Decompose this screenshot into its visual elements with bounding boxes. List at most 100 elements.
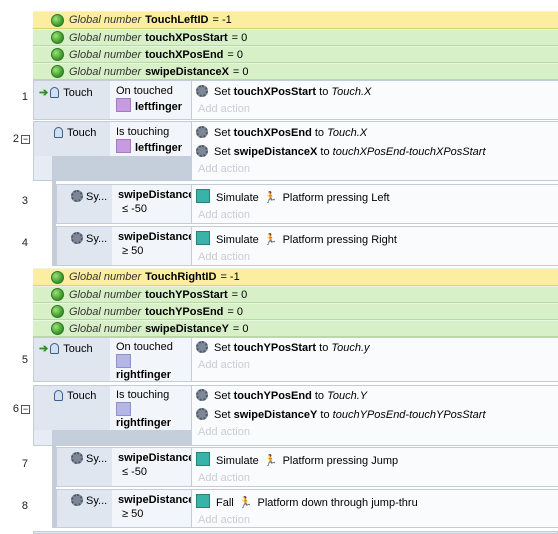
system-gear-icon [196, 85, 208, 97]
global-var-row[interactable]: Global number swipeDistanceX = 0 [33, 63, 558, 80]
action-cell[interactable]: Simulate 🏃 Platform pressing Jump Add act… [192, 448, 558, 486]
global-var-row[interactable]: Global number touchXPosEnd = 0 [33, 46, 558, 63]
action-cell[interactable]: Set touchXPosStart to Touch.X Add action [192, 81, 558, 119]
var-value: = 0 [231, 31, 248, 44]
system-gear-icon [196, 126, 208, 138]
condition-compare: ≤ -50 [122, 203, 147, 215]
condition-cell[interactable]: Is touching leftfinger [110, 122, 192, 156]
sprite-square-icon [196, 231, 210, 245]
global-var-row[interactable]: Global number touchXPosStart = 0 [33, 29, 558, 46]
action-row[interactable]: Set touchXPosEnd to Touch.X [192, 122, 558, 139]
condition-object[interactable]: ➔ Touch [34, 81, 110, 119]
add-action-link[interactable]: Add action [192, 204, 558, 221]
system-gear-icon [71, 232, 83, 244]
condition-object[interactable]: Sy... [57, 227, 112, 265]
add-action-link[interactable]: Add action [192, 98, 558, 115]
trigger-arrow-icon: ➔ [39, 87, 49, 99]
condition-object[interactable]: Sy... [57, 448, 112, 486]
add-action-link[interactable]: Add action [192, 246, 558, 263]
var-kind: Global number [69, 288, 142, 301]
condition-compare: ≥ 50 [122, 245, 144, 257]
object-name: Touch [67, 127, 97, 139]
condition-cell[interactable]: swipeDistance ≤ -50 [112, 185, 192, 223]
add-action-link[interactable]: Add action [192, 158, 558, 175]
condition-param: leftfinger [135, 142, 183, 154]
add-action-link[interactable]: Add action [192, 421, 558, 438]
action-target: Platform down through jump-thru [257, 497, 418, 509]
action-to: to [320, 146, 330, 158]
collapse-toggle[interactable]: − [21, 135, 30, 144]
global-var-row[interactable]: Global number touchYPosStart = 0 [33, 286, 558, 303]
condition-cell[interactable]: swipeDistance ≤ -50 [112, 448, 192, 486]
action-row[interactable]: Simulate 🏃 Platform pressing Jump [192, 448, 558, 467]
condition-object[interactable]: ➔ Touch [34, 338, 110, 381]
sprite-square-icon [196, 452, 210, 466]
sub-event-area [52, 430, 192, 445]
condition-object[interactable]: Touch [34, 122, 110, 156]
globe-icon [51, 270, 64, 284]
condition-cell[interactable]: On touched leftfinger [110, 81, 192, 119]
var-name: touchXPosEnd [145, 48, 224, 61]
action-row[interactable]: Set swipeDistanceY to touchYPosEnd-touch… [192, 402, 558, 421]
condition-cell[interactable]: swipeDistance ≥ 50 [112, 227, 192, 265]
action-row[interactable]: Set swipeDistanceX to touchXPosEnd-touch… [192, 139, 558, 158]
event-number: 6 [12, 403, 19, 415]
condition-object[interactable]: Sy... [57, 185, 112, 223]
condition-text: swipeDistance [118, 452, 191, 464]
action-row[interactable]: Fall 🏃 Platform down through jump-thru [192, 490, 558, 509]
action-to: to [314, 127, 325, 139]
collapse-toggle[interactable]: − [21, 405, 30, 414]
condition-compare: ≤ -50 [122, 466, 147, 478]
var-value: = 0 [232, 65, 249, 78]
action-target: Platform pressing Left [282, 192, 390, 204]
system-gear-icon [196, 341, 208, 353]
global-var-row[interactable]: Global number swipeDistanceY = 0 [33, 320, 558, 337]
action-var: swipeDistanceX [233, 146, 318, 158]
action-cell[interactable]: Set touchYPosStart to Touch.y Add action [192, 338, 558, 381]
condition-text: swipeDistance [118, 231, 191, 243]
action-cell[interactable]: Simulate 🏃 Platform pressing Right Add ac… [192, 227, 558, 265]
system-gear-icon [196, 408, 208, 420]
var-value: = -1 [212, 14, 232, 26]
add-action-link[interactable]: Add action [192, 354, 558, 371]
color-swatch-icon [116, 139, 131, 153]
color-swatch-icon [116, 98, 131, 112]
condition-cell[interactable]: On touched rightfinger [110, 338, 192, 381]
platform-behavior-icon: 🏃 [263, 234, 278, 246]
action-row[interactable]: Set touchXPosStart to Touch.X [192, 81, 558, 98]
var-name: swipeDistanceX [145, 65, 229, 78]
action-verb: Set [214, 86, 231, 98]
action-cell[interactable]: Fall 🏃 Platform down through jump-thru Ad… [192, 490, 558, 527]
action-row[interactable]: Simulate 🏃 Platform pressing Right [192, 227, 558, 246]
condition-cell[interactable]: swipeDistance ≥ 50 [112, 490, 192, 527]
globe-icon [51, 305, 64, 318]
global-var-row[interactable]: Global number TouchRightID = -1 [33, 268, 558, 286]
condition-object[interactable]: Touch [34, 386, 110, 430]
action-expr: touchXPosEnd-touchXPosStart [332, 146, 486, 158]
condition-text: Is touching [116, 389, 170, 401]
condition-text: On touched [116, 341, 173, 353]
global-var-row[interactable]: Global number touchYPosEnd = 0 [33, 303, 558, 320]
object-name: Sy... [86, 191, 108, 203]
condition-text: Is touching [116, 126, 170, 138]
global-var-row[interactable]: Global number TouchLeftID = -1 [33, 11, 558, 29]
action-cell[interactable]: Set touchYPosEnd to Touch.Y Set swipeDis… [192, 386, 558, 445]
var-value: = 0 [227, 305, 243, 318]
action-row[interactable]: Set touchYPosEnd to Touch.Y [192, 386, 558, 402]
condition-object[interactable]: Sy... [57, 490, 112, 527]
action-verb: Set [214, 146, 231, 158]
var-kind: Global number [69, 305, 142, 318]
var-name: touchYPosStart [145, 288, 228, 301]
touch-icon [50, 87, 60, 98]
add-action-link[interactable]: Add action [192, 467, 558, 484]
action-cell[interactable]: Simulate 🏃 Platform pressing Left Add act… [192, 185, 558, 223]
add-action-link[interactable]: Add action [192, 509, 558, 526]
action-row[interactable]: Simulate 🏃 Platform pressing Left [192, 185, 558, 204]
globe-icon [51, 65, 64, 78]
object-name: Sy... [86, 453, 108, 465]
action-cell[interactable]: Set touchXPosEnd to Touch.X Set swipeDis… [192, 122, 558, 180]
event-number: 4 [21, 237, 28, 249]
globe-icon [51, 322, 64, 335]
action-row[interactable]: Set touchYPosStart to Touch.y [192, 338, 558, 354]
condition-cell[interactable]: Is touching rightfinger [110, 386, 192, 430]
